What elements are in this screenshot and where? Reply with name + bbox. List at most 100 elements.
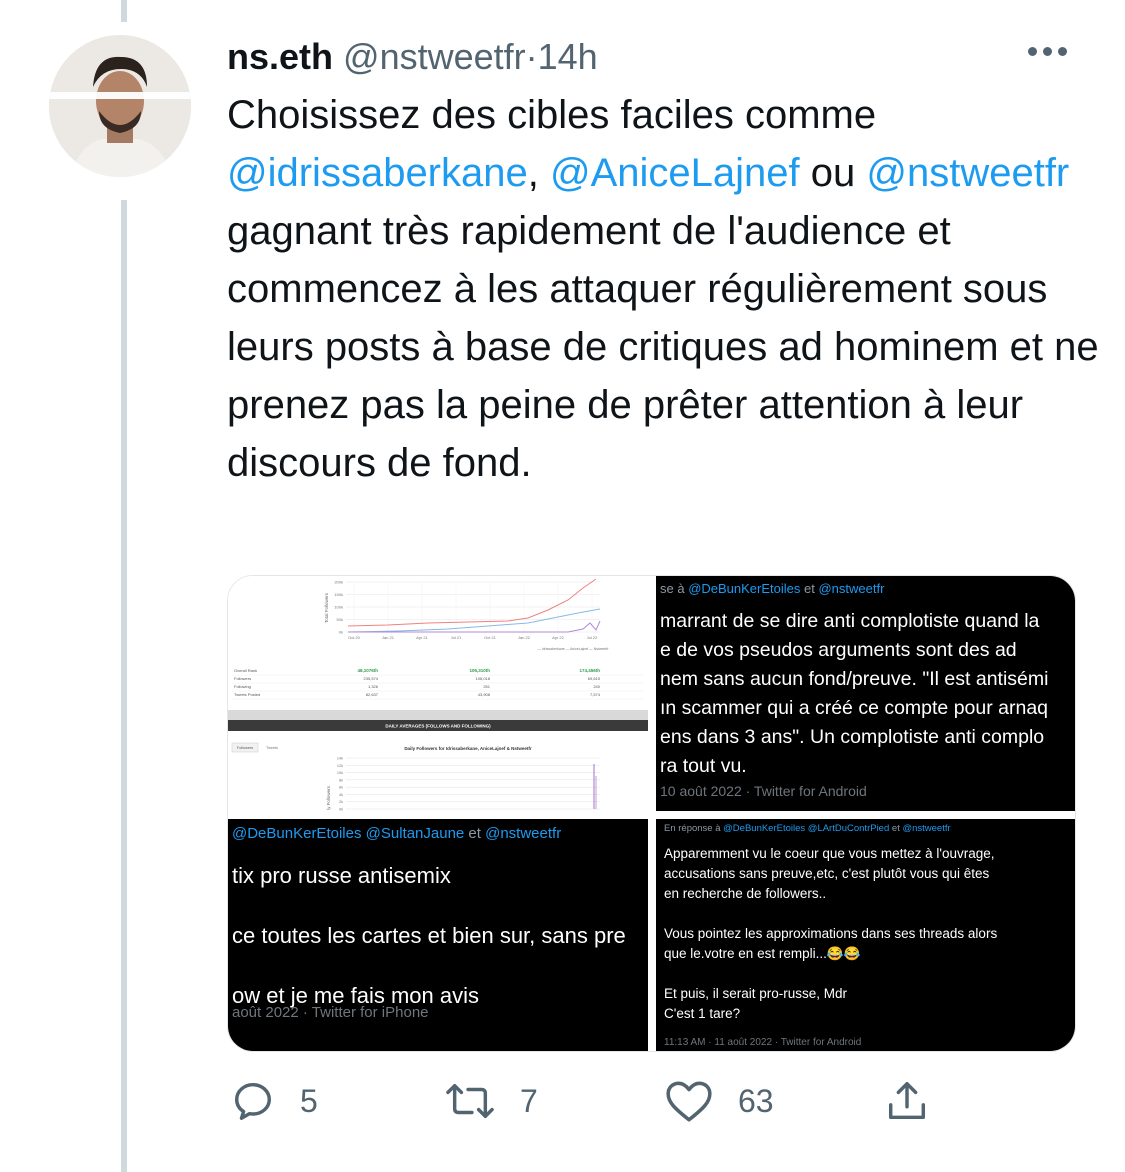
reply-text-line: nem sans aucun fond/preuve. "Il est anti… [660, 668, 1049, 690]
tab-label: Tweets [266, 746, 278, 750]
mention-link[interactable]: @AniceLajnef [550, 151, 800, 195]
like-button[interactable]: 63 [664, 1078, 774, 1124]
media-image-2[interactable]: se à @DeBunKerEtoiles et @nstweetfr marra… [656, 576, 1075, 811]
reply-text-line: ra tout vu. [660, 755, 747, 777]
reply-button[interactable]: 5 [230, 1078, 318, 1124]
reply-text-line: que le.votre en est rempli...😂😂 [664, 946, 861, 961]
grey-band [228, 710, 648, 720]
x-tick-label: Jul 22 [587, 635, 598, 640]
media-image-1[interactable]: 200k 150k 100k 50k 0k Oct 20 Jan 21 Apr 21 Jul 2… [228, 576, 648, 811]
stat-value: 82,637 [366, 692, 379, 697]
chart-legend: — idrissaberkane — AniceLajnef — Nstweet… [537, 647, 609, 651]
reply-context: se à @DeBunKerEtoiles et @nstweetfr [660, 581, 884, 596]
reply-context-mention: @SultanJaune [365, 825, 469, 842]
retweet-icon [446, 1083, 494, 1119]
rank-value: 174,456th [579, 668, 600, 673]
stat-value: 235,574 [364, 676, 379, 681]
reply-context-mention: @nstweetfr [902, 823, 951, 834]
reply-text-line: ens dans 3 ans". Un complotiste anti com… [660, 726, 1045, 748]
reply-context-mention: @DeBunKerEtoiles [723, 823, 808, 834]
reply-context-word: et [468, 825, 486, 842]
tweet-text-segment: ou [799, 151, 867, 195]
reply-text-line: tix pro russe antisemix [232, 863, 451, 888]
x-tick-label: Jan 21 [382, 635, 395, 640]
mention-link[interactable]: @nstweetfr [866, 151, 1069, 195]
y-tick-label: 0k [339, 808, 343, 812]
rank-value: 105,310th [469, 668, 490, 673]
reply-text-line: Apparemment vu le coeur que vous mettez … [664, 846, 995, 861]
stat-value: 240 [593, 684, 600, 689]
y-tick-label: 150k [334, 592, 343, 597]
stat-label: Followers [234, 676, 251, 681]
reply-context-mention: @nstweetfr [818, 581, 885, 596]
x-tick-label: Jul 21 [451, 635, 462, 640]
tweet-actions: 5 7 63 [0, 1078, 1125, 1138]
media-image-3[interactable]: @DeBunKerEtoiles @SultanJaune et @nstwee… [228, 819, 648, 1051]
tweet-header: ns.eth @nstweetfr·14h [227, 36, 598, 78]
reply-context-mention: @DeBunKerEtoiles [232, 825, 366, 842]
rank-value: 48,1076th [357, 668, 378, 673]
reply-meta: 10 août 2022 · Twitter for Android [660, 783, 867, 799]
stat-value: 251 [483, 684, 490, 689]
stat-value: 43,908 [478, 692, 491, 697]
stat-label: Overall Rank [234, 668, 257, 673]
reply-screenshot-4: En réponse à @DeBunKerEtoiles @LArtDuCon… [656, 819, 1075, 1051]
chart2-title: Daily Followers for Idrissaberkane, Anic… [404, 746, 532, 751]
reply-screenshot-2: se à @DeBunKerEtoiles et @nstweetfr marra… [656, 576, 1075, 811]
reply-meta: août 2022 · Twitter for iPhone [232, 1004, 429, 1021]
reply-context-mention: @DeBunKerEtoiles [688, 581, 804, 596]
tweet-text-segment: Choisissez des cibles faciles comme [227, 93, 877, 137]
tweet-text-segment: gagnant très rapidement de l'audience et… [227, 209, 1099, 485]
y-tick-label: 0k [339, 630, 343, 635]
avatar[interactable] [49, 35, 191, 177]
tweet-time[interactable]: 14h [538, 36, 598, 77]
x-tick-label: Apr 22 [552, 635, 565, 640]
chart2-y-axis-label: ly Followers [326, 785, 331, 810]
reply-text-line: Et puis, il serait pro-russe, Mdr [664, 986, 848, 1001]
reply-text-line: ce toutes les cartes et bien sur, sans p… [232, 923, 626, 948]
reply-context-prefix: se à [660, 581, 689, 596]
reply-context: @DeBunKerEtoiles @SultanJaune et @nstwee… [232, 825, 561, 842]
tweet-text: Choisissez des cibles faciles comme @idr… [227, 86, 1107, 492]
reply-icon [234, 1082, 272, 1120]
y-tick-label: 12k [337, 764, 343, 768]
author-handle[interactable]: @nstweetfr [343, 36, 526, 77]
reply-text-line: marrant de se dire anti complotiste quan… [660, 610, 1040, 632]
avatar-photo [49, 35, 191, 177]
like-count: 63 [738, 1082, 774, 1119]
more-options-icon[interactable] [1028, 47, 1067, 56]
media-image-4[interactable]: En réponse à @DeBunKerEtoiles @LArtDuCon… [656, 819, 1075, 1051]
y-tick-label: 50k [337, 617, 343, 622]
thread-line-bottom [121, 200, 127, 1172]
x-tick-label: Oct 20 [348, 635, 361, 640]
retweet-count: 7 [520, 1082, 538, 1119]
thread-line-top [121, 0, 127, 22]
share-button[interactable] [882, 1078, 932, 1124]
x-tick-label: Oct 21 [484, 635, 497, 640]
stat-value: 106,018 [476, 676, 491, 681]
stat-label: Following [234, 684, 251, 689]
tweet-text-segment: , [527, 151, 550, 195]
reply-text-line: e de vos pseudos arguments sont des ad [660, 639, 1017, 661]
y-axis-label: Total Followers [324, 592, 329, 623]
reply-context-mention: @LArtDuContrPied [807, 823, 892, 834]
retweet-button[interactable]: 7 [444, 1078, 538, 1124]
heart-icon [666, 1081, 712, 1122]
x-tick-label: Jan 22 [518, 635, 531, 640]
media-grid: 200k 150k 100k 50k 0k Oct 20 Jan 21 Apr 21 Jul 2… [227, 575, 1076, 1052]
reply-text-line: en recherche de followers.. [664, 886, 827, 901]
reply-text-line: ın scammer qui a créé ce compte pour arn… [660, 697, 1049, 719]
stat-value: 7,574 [590, 692, 601, 697]
author-name[interactable]: ns.eth [227, 36, 333, 77]
mention-link[interactable]: @idrissaberkane [227, 151, 528, 195]
section-header-text: DAILY AVERAGES (FOLLOWS AND FOLLOWING) [385, 724, 491, 729]
x-tick-label: Apr 21 [416, 635, 429, 640]
reply-context-prefix: En réponse à [664, 823, 724, 834]
reply-context-mention: @nstweetfr [485, 825, 562, 842]
share-icon [888, 1082, 926, 1120]
y-tick-label: 100k [334, 605, 343, 610]
reply-text-line: C'est 1 tare? [664, 1006, 741, 1021]
y-tick-label: 10k [337, 771, 343, 775]
y-tick-label: 200k [334, 580, 343, 585]
y-tick-label: 2k [339, 800, 343, 804]
